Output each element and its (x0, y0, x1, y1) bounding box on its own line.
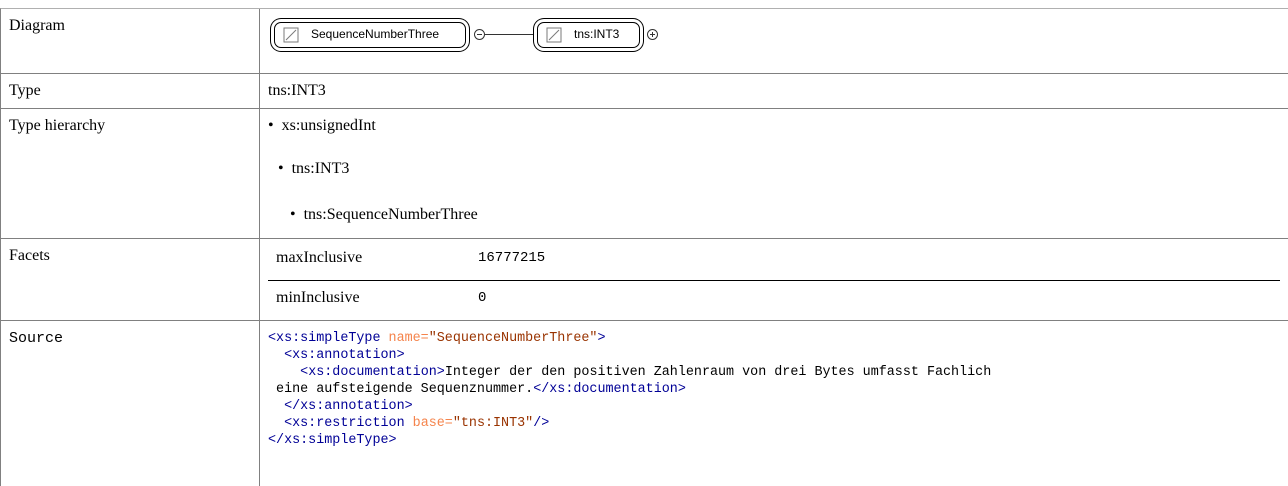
bullet-icon: • (278, 160, 284, 177)
type-value[interactable]: tns:INT3 (268, 82, 326, 100)
code-tag: <xs:restriction (284, 416, 405, 431)
simple-type-node-label: SequenceNumberThree (311, 27, 440, 41)
code-line: <xs:restriction base="tns:INT3"/> (268, 415, 1284, 432)
hierarchy-item: • tns:INT3 (278, 160, 349, 178)
code-tag: <xs:annotation> (268, 348, 405, 363)
code-text: Integer der den positiven Zahlenraum von… (444, 365, 992, 380)
collapse-icon[interactable] (474, 29, 485, 40)
code-line: </xs:annotation> (268, 398, 1284, 415)
code-tag: > (597, 331, 606, 346)
type-cell: tns:INT3 (259, 74, 1288, 108)
code-tag: </xs:annotation> (268, 399, 413, 414)
simple-type-icon (546, 27, 562, 43)
code-attr: name= (380, 331, 429, 346)
code-line: </xs:simpleType> (268, 432, 1284, 449)
facets-row: Facets maxInclusive 16777215 minInclusiv… (0, 238, 1288, 320)
facet-row: maxInclusive 16777215 (260, 239, 1288, 279)
code-attr: base= (404, 416, 453, 431)
diagram-cell: SequenceNumberThree tns:INT3 (259, 9, 1288, 73)
code-line: <xs:simpleType name="SequenceNumberThree… (268, 330, 1284, 347)
type-hierarchy-row: Type hierarchy • xs:unsignedInt • tns:INT3… (0, 108, 1288, 238)
hierarchy-item: • xs:unsignedInt (268, 117, 376, 135)
type-hierarchy-label-cell: Type hierarchy (1, 109, 259, 238)
facet-name: minInclusive (276, 289, 360, 306)
type-label-cell: Type (1, 74, 259, 108)
facet-name: maxInclusive (276, 249, 363, 266)
type-hierarchy-cell: • xs:unsignedInt • tns:INT3 • tns:SequenceN… (259, 109, 1288, 238)
code-value: "tns:INT3" (452, 416, 534, 431)
source-cell: <xs:simpleType name="SequenceNumberThree… (259, 321, 1288, 486)
type-row: Type tns:INT3 (0, 73, 1288, 108)
facet-row: minInclusive 0 (260, 279, 1288, 319)
code-tag: </xs:documentation> (533, 382, 686, 397)
facet-value: 0 (478, 290, 487, 306)
hierarchy-item-label[interactable]: tns:INT3 (292, 160, 350, 177)
facets-label-cell: Facets (1, 239, 259, 320)
connector-line (485, 34, 535, 35)
expand-icon[interactable] (647, 29, 658, 40)
hierarchy-item: • tns:SequenceNumberThree (290, 206, 478, 224)
code-tag: <xs:simpleType (268, 331, 381, 346)
diagram-label-cell: Diagram (1, 9, 259, 73)
bullet-icon: • (268, 117, 274, 134)
diagram-row: Diagram SequenceNumberThree tns:INT3 (0, 8, 1288, 73)
facet-value: 16777215 (478, 250, 546, 266)
facets-label: Facets (9, 247, 50, 264)
type-label: Type (9, 82, 41, 99)
hierarchy-item-label[interactable]: xs:unsignedInt (282, 117, 376, 134)
base-type-node[interactable]: tns:INT3 (537, 22, 640, 48)
source-code: <xs:simpleType name="SequenceNumberThree… (268, 330, 1284, 449)
type-hierarchy-label: Type hierarchy (9, 117, 106, 134)
code-line: eine aufsteigende Sequenznummer.</xs:doc… (268, 381, 1284, 398)
diagram-label: Diagram (9, 17, 65, 34)
code-line: <xs:annotation> (268, 347, 1284, 364)
bullet-icon: • (290, 206, 296, 223)
base-type-node-label: tns:INT3 (574, 27, 620, 41)
code-value: "SequenceNumberThree" (428, 331, 598, 346)
source-label-cell: Source (1, 321, 259, 486)
simple-type-icon (283, 27, 299, 43)
facets-cell: maxInclusive 16777215 minInclusive 0 (259, 239, 1288, 320)
hierarchy-item-label: tns:SequenceNumberThree (303, 206, 478, 223)
source-label: Source (9, 330, 64, 347)
code-tag: /> (533, 416, 550, 431)
code-tag: <xs:documentation> (300, 365, 445, 380)
source-row: Source <xs:simpleType name="SequenceNumb… (0, 320, 1288, 486)
code-text: eine aufsteigende Sequenznummer. (268, 382, 534, 397)
code-line: <xs:documentation>Integer der den positi… (268, 364, 1284, 381)
code-tag: </xs:simpleType> (268, 433, 397, 448)
simple-type-node[interactable]: SequenceNumberThree (274, 22, 466, 48)
